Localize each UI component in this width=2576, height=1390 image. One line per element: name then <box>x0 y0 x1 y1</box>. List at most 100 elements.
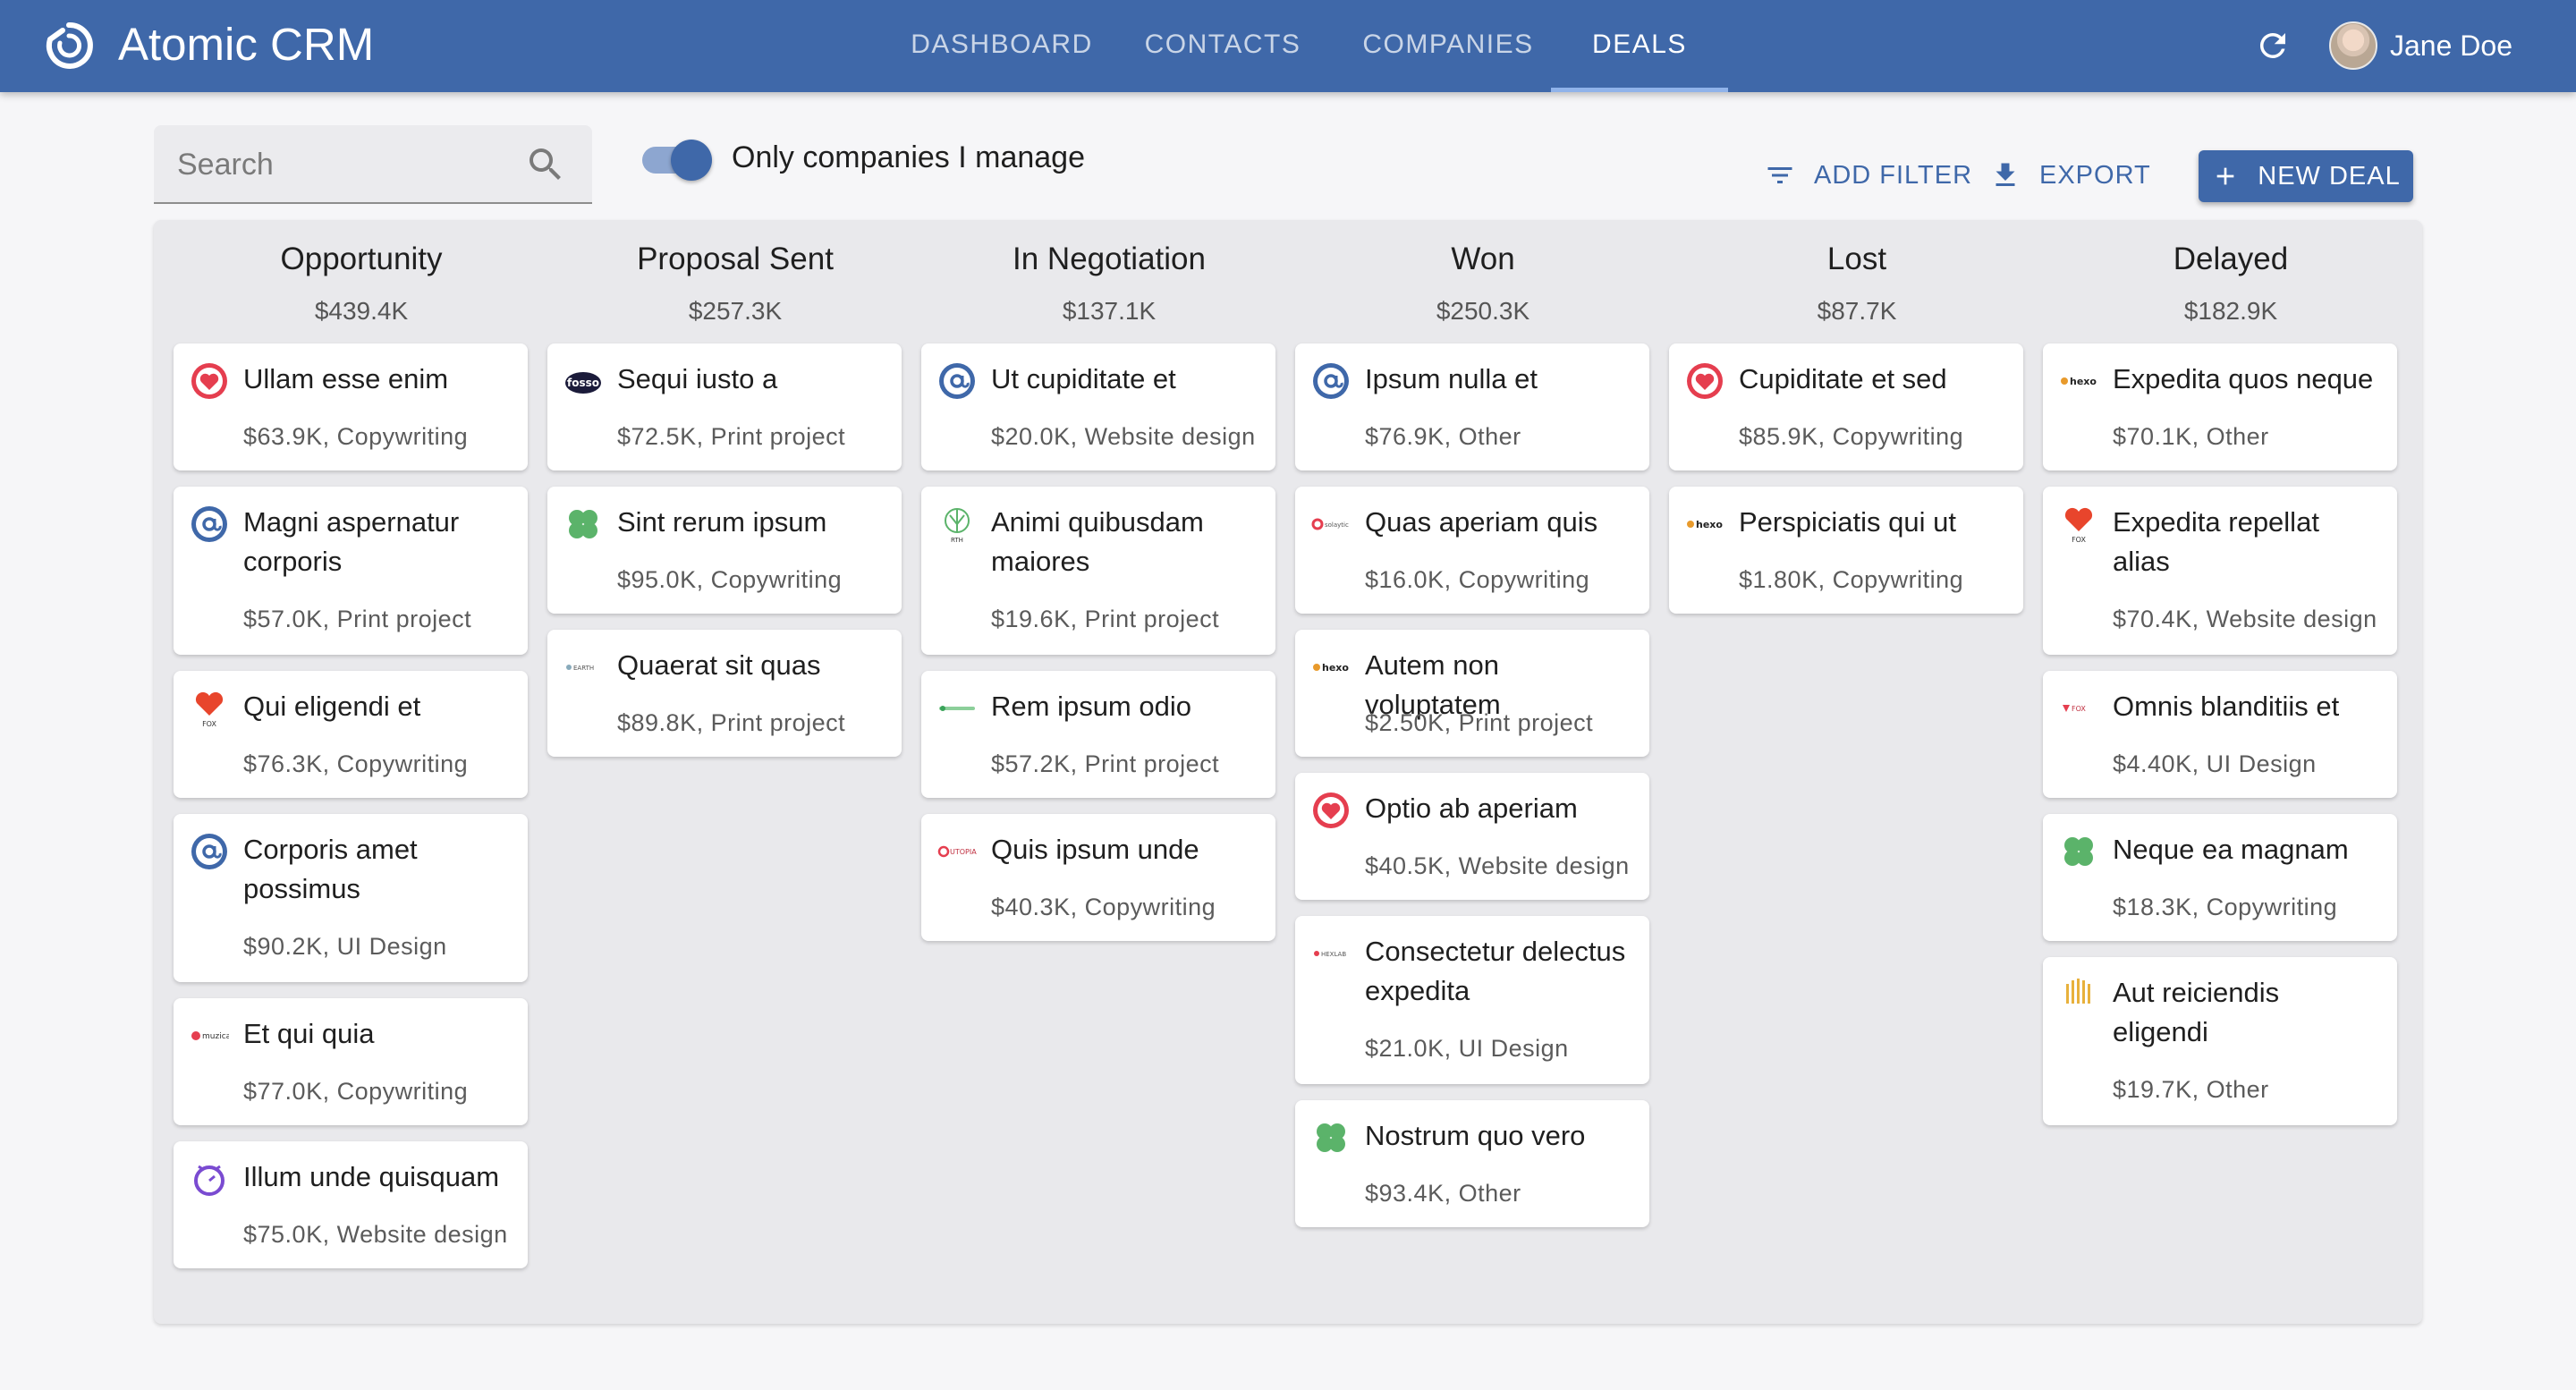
deal-card[interactable]: Illum unde quisquam $75.0K, Website desig… <box>174 1141 528 1268</box>
deal-amount-type: $93.4K, Other <box>1365 1180 1521 1207</box>
deal-amount-type: $21.0K, UI Design <box>1365 1035 1569 1062</box>
deal-card[interactable]: hexo Perspiciatis qui ut $1.80K, Copywriti… <box>1669 487 2023 614</box>
app-bar: Atomic CRM DASHBOARD CONTACTS COMPANIES … <box>0 0 2576 92</box>
clover-logo-icon <box>2064 837 2093 866</box>
tab-contacts[interactable]: CONTACTS <box>1129 0 1317 92</box>
deal-card[interactable]: FOX Expedita repellat alias $70.4K, Websit… <box>2043 487 2397 655</box>
deal-name: Consectetur delectus expedita <box>1365 936 1626 1006</box>
hexo-logo-icon: hexo <box>1313 662 1349 674</box>
heart-logo-icon <box>191 363 227 399</box>
deal-card[interactable]: solaytic Quas aperiam quis $16.0K, Copywri… <box>1295 487 1649 614</box>
svg-text:hexo: hexo <box>1322 662 1349 674</box>
deal-card[interactable]: FOX Qui eligendi et $76.3K, Copywriting <box>174 671 528 798</box>
tab-deals[interactable]: DEALS <box>1551 0 1728 92</box>
clock-logo-icon <box>194 1165 225 1196</box>
deal-card[interactable]: hexo Autem non voluptatem $2.50K, Print pr… <box>1295 630 1649 757</box>
fosso-logo-icon: fosso <box>565 372 601 394</box>
refresh-icon[interactable] <box>2254 27 2292 64</box>
deal-card[interactable]: muzica Et qui quia $77.0K, Copywriting <box>174 998 528 1125</box>
heart-fox-logo-icon: FOX <box>195 691 224 728</box>
export-label: EXPORT <box>2039 160 2151 190</box>
at-logo-icon <box>939 363 975 399</box>
search-input[interactable] <box>177 141 517 188</box>
deal-name: Cupiditate et sed <box>1739 363 1947 394</box>
clover-logo-icon <box>1317 1123 1345 1152</box>
deal-name: Expedita repellat alias <box>2113 506 2319 577</box>
deal-card[interactable]: Aut reiciendis eligendi $19.7K, Other <box>2043 957 2397 1125</box>
deal-card[interactable]: UTOPIA Quis ipsum unde $40.3K, Copywriting <box>921 814 1275 941</box>
deal-amount-type: $90.2K, UI Design <box>243 933 447 960</box>
deal-name: Magni aspernatur corporis <box>243 506 460 577</box>
deal-amount-type: $40.5K, Website design <box>1365 852 1630 879</box>
search-icon[interactable] <box>524 143 567 186</box>
deal-card[interactable]: hexo Expedita quos neque $70.1K, Other <box>2043 343 2397 470</box>
add-filter-button[interactable]: ADD FILTER <box>1764 150 1972 200</box>
bars-logo-icon <box>2066 979 2090 1004</box>
deal-card[interactable]: Optio ab aperiam $40.5K, Website design <box>1295 773 1649 900</box>
deal-amount-type: $72.5K, Print project <box>617 423 846 450</box>
user-name[interactable]: Jane Doe <box>2390 27 2512 64</box>
tab-dashboard[interactable]: DASHBOARD <box>903 0 1100 92</box>
fox-logo-icon: FOX <box>2063 705 2086 713</box>
only-my-companies-toggle[interactable] <box>639 136 716 181</box>
deal-card[interactable]: Neque ea magnam $18.3K, Copywriting <box>2043 814 2397 941</box>
svg-text:FOX: FOX <box>2072 705 2086 713</box>
svg-text:HEXLAB: HEXLAB <box>1321 951 1346 958</box>
deal-name: Ipsum nulla et <box>1365 363 1538 394</box>
deal-card[interactable]: Rem ipsum odio $57.2K, Print project <box>921 671 1275 798</box>
atomic-logo-icon[interactable] <box>43 20 95 72</box>
new-deal-button[interactable]: NEW DEAL <box>2199 150 2413 202</box>
svg-text:FOX: FOX <box>2072 536 2086 544</box>
search-box <box>154 125 592 204</box>
deal-amount-type: $19.7K, Other <box>2113 1076 2269 1103</box>
deal-card[interactable]: Nostrum quo vero $93.4K, Other <box>1295 1100 1649 1227</box>
column-title: Lost <box>1826 242 1887 276</box>
tab-companies[interactable]: COMPANIES <box>1345 0 1551 92</box>
svg-text:fosso: fosso <box>567 377 599 389</box>
deal-amount-type: $75.0K, Website design <box>243 1221 508 1248</box>
deal-amount-type: $57.2K, Print project <box>991 750 1220 777</box>
download-icon <box>1996 163 2015 186</box>
deal-amount-type: $76.9K, Other <box>1365 423 1521 450</box>
column-total: $87.7K <box>1817 297 1897 325</box>
svg-text:hexo: hexo <box>2070 376 2097 387</box>
column-title: Delayed <box>2173 242 2289 276</box>
deal-card[interactable]: fosso Sequi iusto a $72.5K, Print project <box>547 343 902 470</box>
column-total: $250.3K <box>1436 297 1530 325</box>
deal-card[interactable]: Corporis amet possimus $90.2K, UI Design <box>174 814 528 982</box>
deal-amount-type: $63.9K, Copywriting <box>243 423 469 450</box>
deal-name: Illum unde quisquam <box>243 1161 500 1192</box>
deal-card[interactable]: HEXLAB Consectetur delectus expedita $21.0… <box>1295 916 1649 1084</box>
deal-card[interactable]: RTH Animi quibusdam maiores $19.6K, Print … <box>921 487 1275 655</box>
deal-card[interactable]: Magni aspernatur corporis $57.0K, Print p… <box>174 487 528 655</box>
deal-amount-type: $19.6K, Print project <box>991 606 1220 632</box>
svg-text:EARTH: EARTH <box>573 665 594 672</box>
deal-name: Quas aperiam quis <box>1365 506 1598 538</box>
column-total: $137.1K <box>1062 297 1157 325</box>
deal-name: Neque ea magnam <box>2113 834 2349 865</box>
deal-amount-type: $70.1K, Other <box>2113 423 2269 450</box>
deal-card[interactable]: Ut cupiditate et $20.0K, Website design <box>921 343 1275 470</box>
deal-card[interactable]: Ullam esse enim $63.9K, Copywriting <box>174 343 528 470</box>
column-title: Proposal Sent <box>637 242 834 276</box>
deal-card[interactable]: EARTH Quaerat sit quas $89.8K, Print proje… <box>547 630 902 757</box>
deal-name: Aut reiciendis eligendi <box>2113 977 2280 1047</box>
deal-card[interactable]: Ipsum nulla et $76.9K, Other <box>1295 343 1649 470</box>
deal-card[interactable]: FOX Omnis blanditiis et $4.40K, UI Design <box>2043 671 2397 798</box>
at-logo-icon <box>1313 363 1349 399</box>
deal-amount-type: $20.0K, Website design <box>991 423 1256 450</box>
deal-amount-type: $70.4K, Website design <box>2113 606 2377 632</box>
at-logo-icon <box>191 506 227 542</box>
hexlab-logo-icon: HEXLAB <box>1314 951 1346 958</box>
column-title: Opportunity <box>280 242 443 276</box>
app-title[interactable]: Atomic CRM <box>118 18 374 72</box>
deal-card[interactable]: Sint rerum ipsum $95.0K, Copywriting <box>547 487 902 614</box>
deal-amount-type: $4.40K, UI Design <box>2113 750 2317 777</box>
deal-card[interactable]: Cupiditate et sed $85.9K, Copywriting <box>1669 343 2023 470</box>
deal-name: Quis ipsum unde <box>991 834 1199 865</box>
muzica-logo-icon: muzica <box>191 1031 229 1041</box>
avatar[interactable] <box>2329 21 2377 70</box>
export-button[interactable]: EXPORT <box>1989 150 2151 200</box>
leaf-logo-icon: RTH <box>945 508 970 544</box>
deal-name: Et qui quia <box>243 1018 375 1049</box>
